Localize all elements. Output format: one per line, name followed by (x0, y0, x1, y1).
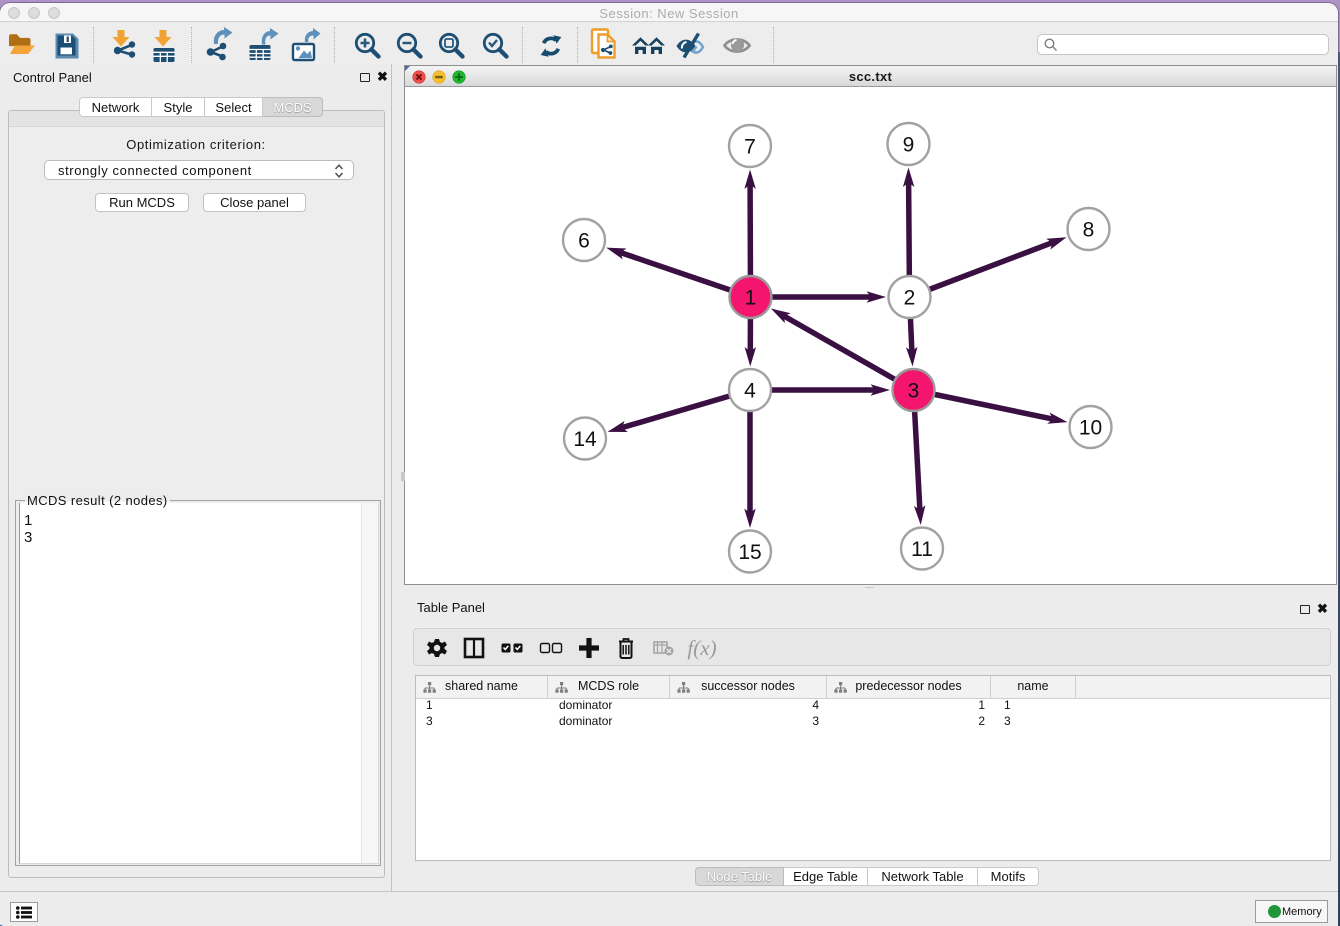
svg-text:3: 3 (908, 380, 920, 403)
svg-text:6: 6 (578, 230, 590, 253)
svg-text:4: 4 (744, 380, 756, 403)
svg-text:8: 8 (1083, 219, 1095, 242)
svg-text:2: 2 (904, 287, 916, 310)
svg-text:14: 14 (573, 428, 597, 451)
svg-text:11: 11 (911, 538, 933, 561)
svg-text:15: 15 (738, 541, 761, 564)
svg-text:7: 7 (744, 136, 756, 159)
svg-text:1: 1 (745, 287, 757, 310)
svg-text:9: 9 (903, 134, 915, 157)
svg-text:f(x): f(x) (687, 636, 716, 660)
svg-text:10: 10 (1079, 417, 1102, 440)
